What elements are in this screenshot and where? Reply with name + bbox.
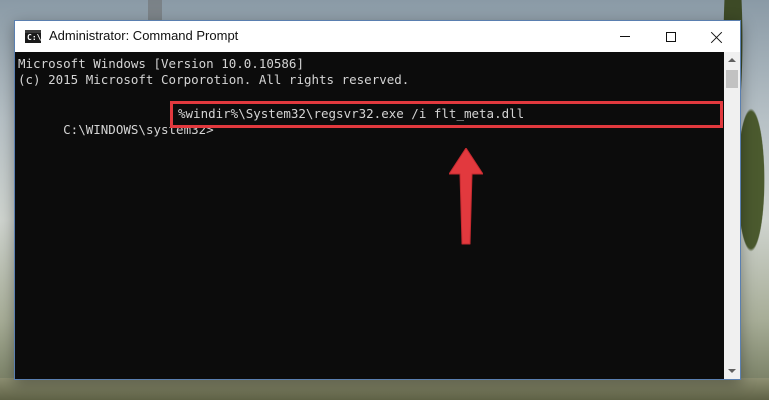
- up-arrow-icon: [449, 148, 483, 245]
- scroll-up-arrow-icon: [728, 58, 736, 62]
- scroll-up-button[interactable]: [724, 52, 740, 68]
- title-bar[interactable]: C:\ Administrator: Command Prompt: [15, 21, 740, 52]
- desktop-background-ground: [0, 378, 769, 400]
- minimize-icon: [620, 36, 630, 37]
- window-title: Administrator: Command Prompt: [49, 28, 239, 43]
- maximize-button[interactable]: [648, 21, 694, 52]
- command-highlight-box: [170, 101, 723, 128]
- console-line-copyright: (c) 2015 Microsoft Corporotion. All righ…: [18, 72, 410, 87]
- minimize-button[interactable]: [602, 21, 648, 52]
- command-prompt-icon[interactable]: C:\: [25, 30, 41, 43]
- vertical-scrollbar[interactable]: [724, 52, 740, 379]
- console-line-version: Microsoft Windows [Version 10.0.10586]: [18, 56, 304, 71]
- scrollbar-thumb[interactable]: [726, 70, 738, 88]
- scroll-down-button[interactable]: [724, 363, 740, 379]
- close-icon: [711, 31, 723, 43]
- command-prompt-icon-glyph: C:\: [27, 33, 42, 42]
- maximize-icon: [666, 31, 676, 42]
- close-button[interactable]: [694, 21, 740, 52]
- scroll-down-arrow-icon: [728, 369, 736, 373]
- console-output-area[interactable]: Microsoft Windows [Version 10.0.10586] (…: [15, 52, 724, 379]
- command-prompt-window: C:\ Administrator: Command Prompt Micros…: [14, 20, 741, 380]
